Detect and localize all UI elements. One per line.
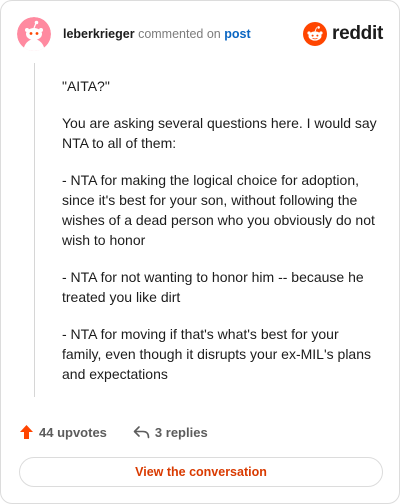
user-avatar[interactable] xyxy=(17,17,51,51)
comment-meta: leberkrieger commented on post xyxy=(63,26,251,42)
brand-wordmark: reddit xyxy=(332,23,383,44)
reddit-brand[interactable]: reddit xyxy=(303,21,383,47)
comment-paragraph: - NTA for not wanting to honor him -- be… xyxy=(62,269,364,305)
comment-header: leberkrieger commented on post reddit xyxy=(17,17,383,53)
reddit-snoo-icon xyxy=(303,22,328,46)
action-text: commented on xyxy=(138,27,221,41)
comment-footer: 44 upvotes 3 replies xyxy=(19,423,208,441)
view-conversation-button[interactable]: View the conversation xyxy=(19,457,383,487)
replies-stat[interactable]: 3 replies xyxy=(133,425,208,440)
author-username[interactable]: leberkrieger xyxy=(63,27,135,41)
comment-paragraph: - NTA for making the logical choice for … xyxy=(62,172,375,248)
replies-count: 3 replies xyxy=(154,424,208,440)
comment-paragraph: - NTA for moving if that's what's best f… xyxy=(62,326,371,382)
post-link[interactable]: post xyxy=(224,27,250,41)
comment-body: "AITA?" You are asking several questions… xyxy=(62,76,380,401)
upvotes-stat[interactable]: 44 upvotes xyxy=(19,424,107,440)
comment-embed-card: leberkrieger commented on post reddit "A… xyxy=(0,0,400,504)
reply-arrow-icon xyxy=(133,426,150,439)
upvote-arrow-icon xyxy=(20,425,33,439)
thread-line xyxy=(34,63,35,397)
comment-paragraph: "AITA?" xyxy=(62,78,110,94)
comment-paragraph: You are asking several questions here. I… xyxy=(62,115,377,151)
upvotes-count: 44 upvotes xyxy=(39,424,107,440)
snoo-avatar-icon xyxy=(17,17,51,51)
